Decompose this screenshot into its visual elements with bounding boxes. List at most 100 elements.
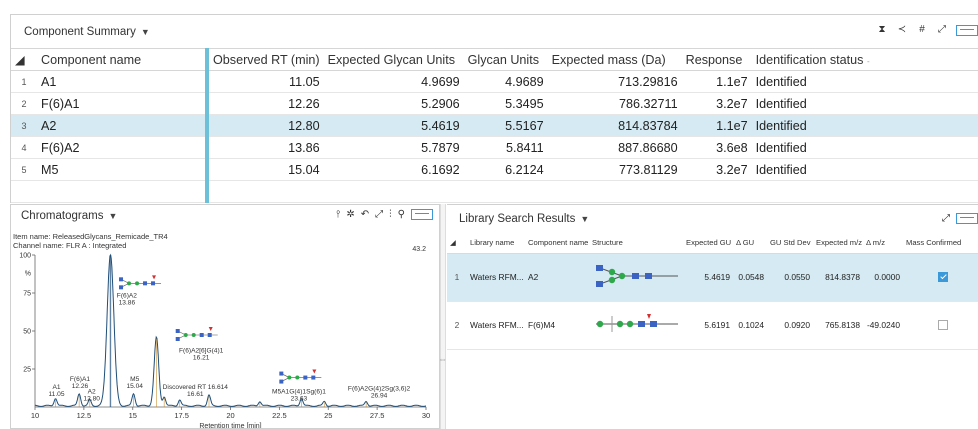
col-gu-std-dev[interactable]: GU Std Dev	[767, 233, 813, 254]
peak-annotation-rt: 12.26	[72, 383, 89, 390]
row-number: 3	[11, 114, 37, 137]
table-row[interactable]: 1 A1 11.05 4.9699 4.9689 713.29816 1.1e7 Identi…	[11, 70, 978, 93]
expected-gu-cell: 5.4619	[683, 253, 733, 302]
expected-mass-cell: 713.29816	[547, 70, 682, 93]
checkbox-icon[interactable]	[937, 320, 948, 331]
panel-layout-icon[interactable]	[956, 213, 978, 224]
expected-mass-cell: 814.83784	[547, 114, 682, 137]
panel-layout-icon[interactable]	[956, 24, 978, 36]
y-tick-label: %	[25, 271, 31, 278]
x-tick-label: 20	[226, 411, 234, 420]
col-expected-mass[interactable]: Expected mass (Da)	[547, 48, 682, 71]
peak-annotation-rt: 23.63	[291, 395, 308, 402]
col-expected-gu[interactable]: Expected Glycan Units	[323, 48, 464, 71]
gu-cell: 5.5167	[463, 114, 548, 137]
share-icon[interactable]: ≺	[896, 24, 908, 36]
row-number: 2	[447, 301, 467, 350]
col-identification-status[interactable]: Identification status -	[751, 48, 978, 71]
expected-mass-cell: 786.32711	[547, 92, 682, 115]
expected-gu-cell: 4.9699	[323, 70, 464, 93]
library-search-panel: Library Search Results ▼ ⤢ ◢ Library nam…	[447, 204, 978, 429]
checkbox-icon[interactable]	[937, 272, 948, 283]
chromatograms-toolbar: ⫯ ✲ ↶ ⤢ ⫶ ⚲	[336, 209, 433, 220]
mass-confirmed-checkbox[interactable]	[903, 301, 978, 350]
identification-status-cell: Identified	[751, 70, 978, 93]
col-lib-component-name[interactable]: Component name	[525, 233, 589, 254]
pin-icon[interactable]: ⤢	[375, 209, 383, 220]
search-icon[interactable]: ⚲	[398, 209, 405, 220]
chevron-down-icon[interactable]: ▼	[141, 27, 150, 37]
gu-std-dev-cell: 0.0550	[767, 253, 813, 302]
x-tick-label: 12.5	[77, 411, 92, 420]
y-max-label: 43.2	[412, 246, 426, 253]
table-row[interactable]: 2 F(6)A1 12.26 5.2906 5.3495 786.32711 3.2e7 Id…	[11, 92, 978, 115]
splitter-handle-icon[interactable]: ⇔	[438, 354, 447, 364]
sort-icon[interactable]: ◢	[11, 48, 37, 71]
component-summary-title: Component Summary	[24, 25, 136, 38]
expected-mass-cell: 773.81129	[547, 158, 682, 181]
table-row[interactable]: 3 A2 12.80 5.4619 5.5167 814.83784 1.1e7 Identi…	[11, 114, 978, 137]
table-row[interactable]: 2 Waters RFM... F(6)M4 5.6191 0.1024 0.0920 76…	[447, 301, 978, 350]
glycan-f6a2-icon	[119, 275, 162, 290]
peak-annotation: M5A1G(4)1Sg(6)1	[272, 388, 326, 395]
table-row[interactable]: 5 M5 15.04 6.1692 6.2124 773.81129 3.2e7 Identi…	[11, 158, 978, 181]
col-expected-mz[interactable]: Expected m/z	[813, 233, 863, 254]
chromatogram-trace	[34, 253, 427, 407]
peak-annotation: M5	[130, 376, 139, 383]
panel-splitter[interactable]: ⇔	[438, 204, 447, 429]
table-row[interactable]: 4 F(6)A2 13.86 5.7879 5.8411 887.86680 3.6e8 Id…	[11, 136, 978, 159]
component-table-header: ◢ Component name Observed RT (min) Expec…	[11, 48, 978, 71]
item-name: Item name: ReleasedGlycans_Remicade_TR4	[13, 232, 168, 241]
col-component-name[interactable]: Component name	[37, 48, 207, 71]
undo-icon[interactable]: ↶	[361, 209, 369, 220]
partial-cell	[547, 180, 682, 203]
col-lib-expected-gu[interactable]: Expected GU	[683, 233, 733, 254]
col-delta-gu[interactable]: Δ GU	[733, 233, 767, 254]
row-number: 1	[11, 70, 37, 93]
y-tick-label: 50	[23, 329, 31, 336]
library-table-header: ◢ Library name Component name Structure …	[447, 233, 978, 254]
panel-layout-icon[interactable]	[411, 209, 433, 220]
response-cell: 3.2e7	[681, 92, 752, 115]
library-toolbar: ⤢	[942, 213, 978, 224]
chromatograms-title: Chromatograms	[21, 210, 104, 222]
col-observed-rt[interactable]: Observed RT (min)	[205, 48, 324, 71]
library-search-header[interactable]: Library Search Results ▼	[447, 205, 978, 233]
component-name-cell: A2	[525, 253, 589, 302]
col-structure[interactable]: Structure	[589, 233, 683, 254]
col-delta-mz[interactable]: Δ m/z	[863, 233, 903, 254]
gu-cell: 4.9689	[463, 70, 548, 93]
pin-icon[interactable]: ⤢	[942, 213, 950, 224]
x-tick-label: 10	[31, 411, 39, 420]
chromatogram-chart[interactable]: 10 12.5 15 17.5 20 22.5 25 27.5 30 100% 75 50 25 43.2…	[11, 243, 440, 429]
component-summary-header[interactable]: Component Summary ▼	[11, 15, 978, 48]
expected-mz-cell: 765.8138	[813, 301, 863, 350]
gear-icon[interactable]: ✲	[346, 209, 354, 220]
peak-annotation-rt: 11.05	[48, 391, 64, 398]
gu-std-dev-cell: 0.0920	[767, 301, 813, 350]
mass-confirmed-checkbox[interactable]	[903, 253, 978, 302]
col-library-name[interactable]: Library name	[467, 233, 525, 254]
col-gu[interactable]: Glycan Units	[463, 48, 548, 71]
col-mass-confirmed[interactable]: Mass Confirmed	[903, 233, 978, 254]
chevron-down-icon[interactable]: ▼	[580, 214, 589, 224]
expected-gu-cell: 5.4619	[323, 114, 464, 137]
hash-icon[interactable]: #	[916, 24, 928, 36]
col-response[interactable]: Response	[681, 48, 752, 71]
peak-annotation-rt: 13.86	[119, 300, 136, 307]
filter-icon[interactable]: ⧗	[876, 24, 888, 36]
delta-mz-cell: 0.0000	[863, 253, 903, 302]
y-tick-label: 100	[19, 253, 31, 260]
component-name-cell: F(6)A1	[37, 92, 207, 115]
sort-icon[interactable]: ◢	[447, 233, 467, 254]
peak-icon[interactable]: ⫯	[336, 209, 340, 220]
glycan-m5a1-icon	[279, 369, 322, 384]
chevron-down-icon[interactable]: ▼	[108, 211, 117, 221]
partial-cell	[681, 180, 752, 203]
response-cell: 1.1e7	[681, 114, 752, 137]
chart-options-icon[interactable]: ⫶	[389, 209, 392, 220]
row-number: 2	[11, 92, 37, 115]
table-row[interactable]: 1 Waters RFM... A2 5.4619 0.0548 0.0550 814.83…	[447, 253, 978, 302]
pin-icon[interactable]: ⤢	[936, 24, 948, 36]
peak-annotation-rt: 26.94	[371, 392, 388, 399]
